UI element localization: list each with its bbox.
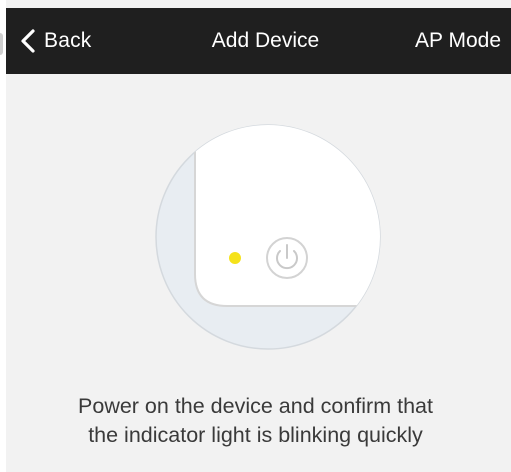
navigation-bar: Back Add Device AP Mode bbox=[6, 8, 511, 74]
device-illustration bbox=[155, 124, 381, 350]
back-label: Back bbox=[44, 29, 92, 52]
ap-mode-button[interactable]: AP Mode bbox=[415, 8, 501, 74]
back-button[interactable]: Back bbox=[18, 8, 92, 74]
edge-notch bbox=[0, 33, 3, 55]
add-device-screen: Back Add Device AP Mode Power on the dev… bbox=[0, 0, 511, 472]
instruction-line-2: the indicator light is blinking quickly bbox=[88, 423, 423, 447]
indicator-light bbox=[229, 252, 241, 264]
chevron-left-icon bbox=[21, 29, 35, 53]
instruction-line-1: Power on the device and confirm that bbox=[78, 394, 433, 418]
instruction-text: Power on the device and confirm that the… bbox=[0, 392, 511, 450]
page-title: Add Device bbox=[211, 29, 320, 52]
